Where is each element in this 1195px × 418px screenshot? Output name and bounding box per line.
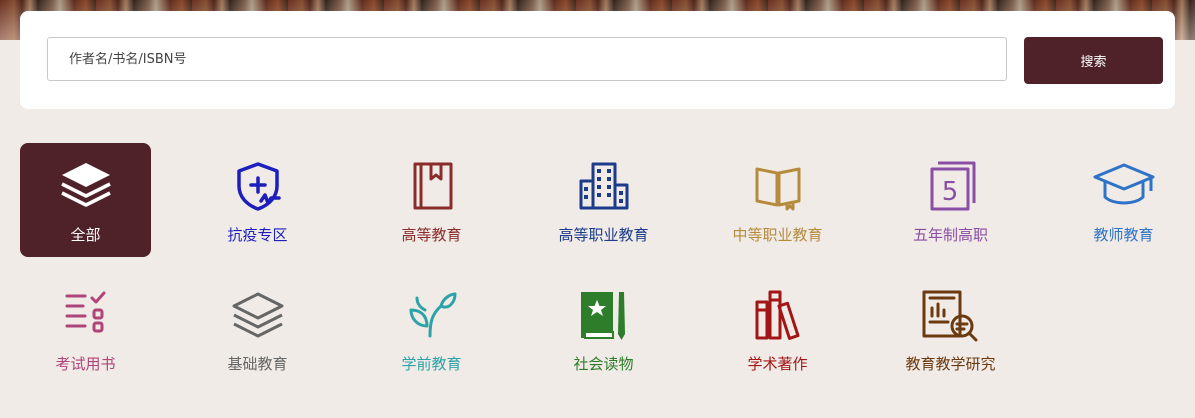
search-card: 搜索 [20, 11, 1175, 109]
books-icon [712, 288, 843, 342]
category-label: 学术著作 [747, 355, 808, 373]
category-teaching-research[interactable]: 教育教学研究 [885, 272, 1016, 386]
category-all[interactable]: 全部 [20, 143, 151, 257]
category-label: 教师教育 [1093, 226, 1154, 244]
category-label: 教育教学研究 [905, 355, 996, 373]
category-basic-education[interactable]: 基础教育 [192, 272, 323, 386]
star-book-icon [538, 288, 669, 342]
category-anti-epidemic[interactable]: 抗疫专区 [192, 143, 323, 257]
category-teacher-education[interactable]: 教师教育 [1058, 143, 1189, 257]
category-label: 社会读物 [573, 355, 634, 373]
stack-icon [192, 288, 323, 342]
svg-text:5: 5 [941, 177, 958, 207]
category-secondary-vocational[interactable]: 中等职业教育 [712, 143, 843, 257]
building-icon [538, 159, 669, 213]
category-social-reading[interactable]: 社会读物 [538, 272, 669, 386]
category-higher-education[interactable]: 高等教育 [366, 143, 497, 257]
category-label: 高等教育 [401, 226, 462, 244]
category-label: 基础教育 [227, 355, 288, 373]
category-label: 全部 [70, 226, 101, 244]
search-input[interactable] [47, 37, 1007, 81]
checklist-icon [20, 288, 151, 342]
category-higher-vocational[interactable]: 高等职业教育 [538, 143, 669, 257]
category-label: 抗疫专区 [227, 226, 288, 244]
shield-medical-icon [192, 159, 323, 213]
category-label: 学前教育 [401, 355, 462, 373]
category-label: 中等职业教育 [732, 226, 823, 244]
search-button[interactable]: 搜索 [1024, 37, 1163, 84]
graduation-cap-icon [1058, 159, 1189, 213]
category-academic-works[interactable]: 学术著作 [712, 272, 843, 386]
category-label: 五年制高职 [912, 226, 988, 244]
category-preschool[interactable]: 学前教育 [366, 272, 497, 386]
category-exam-books[interactable]: 考试用书 [20, 272, 151, 386]
category-five-year[interactable]: 5 五年制高职 [885, 143, 1016, 257]
category-label: 考试用书 [55, 355, 116, 373]
book-bookmark-icon [366, 159, 497, 213]
research-icon [885, 288, 1016, 342]
open-book-icon [712, 159, 843, 213]
layers-icon [20, 159, 151, 213]
category-label: 高等职业教育 [558, 226, 649, 244]
sprout-icon [366, 288, 497, 342]
number-five-icon: 5 [885, 159, 1016, 213]
